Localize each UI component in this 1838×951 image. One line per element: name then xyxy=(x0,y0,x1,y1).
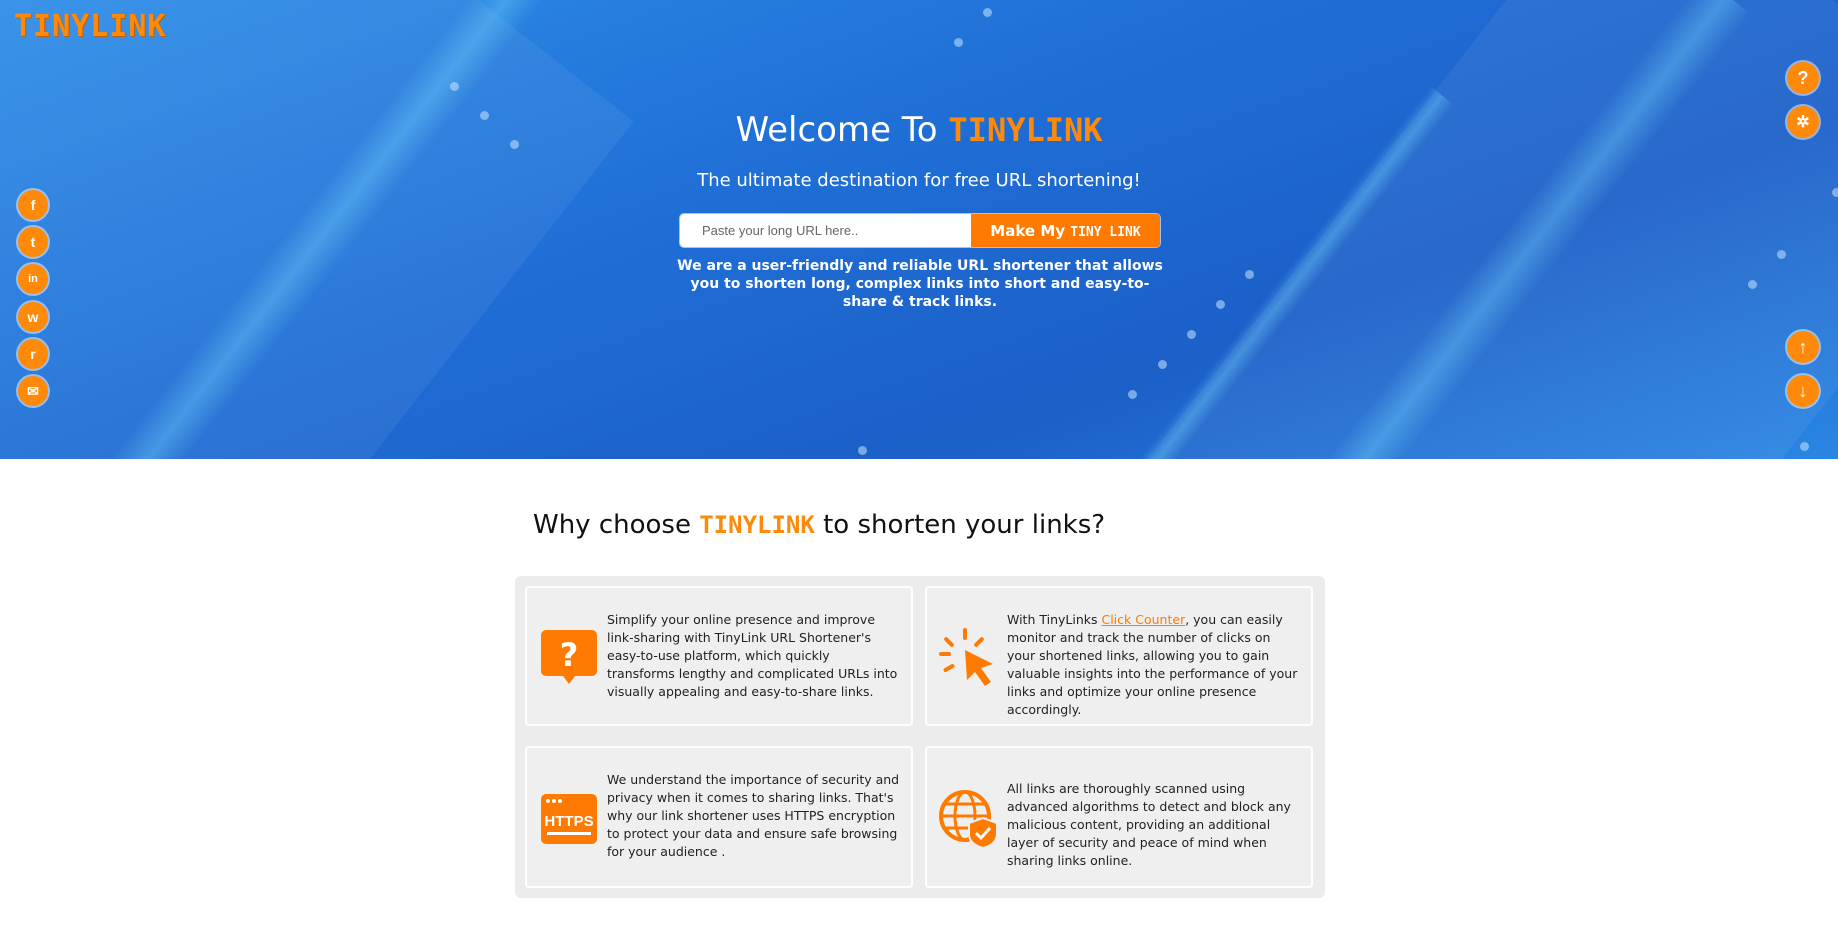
button-label: Make My xyxy=(990,221,1071,240)
feature-text: Simplify your online presence and improv… xyxy=(607,612,898,699)
scroll-down-icon[interactable]: ↓ xyxy=(1787,375,1819,407)
question-bubble-icon: ? xyxy=(541,630,597,684)
cursor-click-icon xyxy=(939,628,993,686)
decor-dot xyxy=(1777,250,1786,259)
svg-text:?: ? xyxy=(560,636,579,674)
decor-dot xyxy=(1187,330,1196,339)
https-icon: HTTPS xyxy=(541,794,597,844)
decor-dot xyxy=(1128,390,1137,399)
feature-text-before: With TinyLinks xyxy=(1007,612,1102,627)
why-brand: TINYLINK xyxy=(699,511,815,539)
features-grid: ? Simplify your online presence and impr… xyxy=(515,576,1325,898)
facebook-icon[interactable]: f xyxy=(18,190,48,220)
twitter-icon[interactable]: t xyxy=(18,227,48,257)
hero-section: TINYLINK Welcome To TINYLINK The ultimat… xyxy=(0,0,1838,459)
decor-dot xyxy=(1216,300,1225,309)
decor-dot xyxy=(954,38,963,47)
feature-card-https: HTTPS We understand the importance of se… xyxy=(525,746,913,888)
email-icon[interactable]: ✉ xyxy=(18,376,48,406)
feature-text: All links are thoroughly scanned using a… xyxy=(1007,781,1291,868)
whatsapp-icon[interactable]: w xyxy=(18,302,48,332)
feature-text: We understand the importance of security… xyxy=(607,772,900,859)
background-panel xyxy=(1075,0,1838,459)
reddit-icon[interactable]: r xyxy=(18,339,48,369)
welcome-text: Welcome To xyxy=(735,110,949,150)
decor-dot xyxy=(450,82,459,91)
scroll-up-icon[interactable]: ↑ xyxy=(1787,331,1819,363)
why-suffix: to shorten your links? xyxy=(814,510,1106,540)
decor-dot xyxy=(1800,442,1809,451)
make-tiny-link-button[interactable]: Make My TINY LINK xyxy=(971,214,1160,247)
feature-card-click-counter: With TinyLinks Click Counter, you can ea… xyxy=(925,586,1313,726)
why-heading: Why choose TINYLINK to shorten your link… xyxy=(533,510,1105,540)
decor-dot xyxy=(983,8,992,17)
help-icon[interactable]: ? xyxy=(1787,62,1819,94)
decor-dot xyxy=(1748,280,1757,289)
feature-card-simplify: ? Simplify your online presence and impr… xyxy=(525,586,913,726)
url-input[interactable] xyxy=(680,214,971,247)
click-counter-icon[interactable]: ✲ xyxy=(1787,106,1819,138)
site-logo[interactable]: TINYLINK xyxy=(14,9,167,44)
decor-dot xyxy=(1158,360,1167,369)
hero-description: We are a user-friendly and reliable URL … xyxy=(677,258,1163,310)
feature-text: With TinyLinks Click Counter, you can ea… xyxy=(1007,611,1301,719)
linkedin-icon[interactable]: in xyxy=(18,264,48,294)
shorten-form: Make My TINY LINK xyxy=(680,214,1160,247)
https-icon-label: HTTPS xyxy=(544,813,593,830)
hero-tagline: The ultimate destination for free URL sh… xyxy=(697,170,1141,191)
globe-shield-icon xyxy=(939,790,998,848)
feature-card-security-scan: All links are thoroughly scanned using a… xyxy=(925,746,1313,888)
why-prefix: Why choose xyxy=(533,510,700,540)
decor-dot xyxy=(1245,270,1254,279)
feature-text-after: , you can easily monitor and track the n… xyxy=(1007,612,1298,717)
decor-dot xyxy=(858,446,867,455)
button-brand: TINY LINK xyxy=(1070,224,1141,240)
click-counter-link[interactable]: Click Counter xyxy=(1101,612,1185,627)
welcome-brand: TINYLINK xyxy=(948,111,1103,149)
hero-title: Welcome To TINYLINK xyxy=(0,110,1838,150)
